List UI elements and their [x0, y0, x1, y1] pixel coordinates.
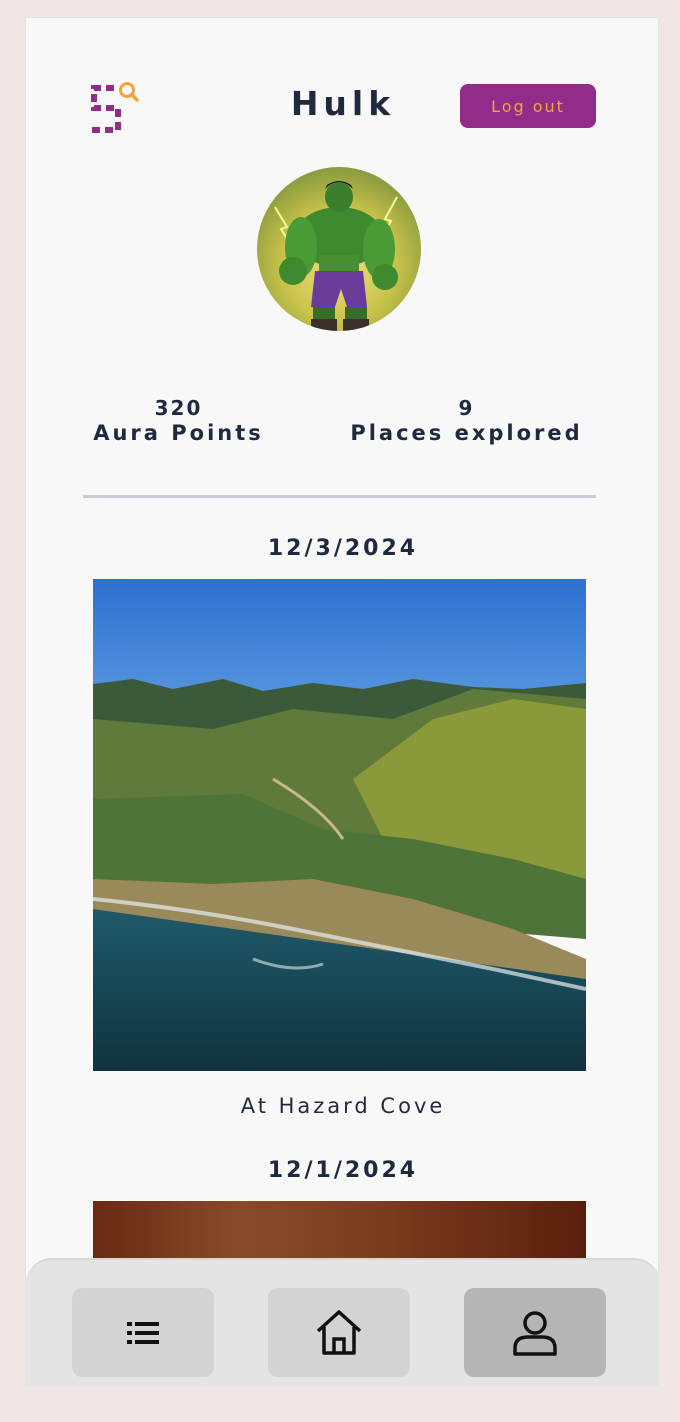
stat-label: Places explored	[350, 421, 583, 445]
stat-aura-points: 320 Aura Points	[81, 396, 276, 446]
post-photo[interactable]	[93, 579, 586, 1071]
list-icon	[127, 1321, 159, 1344]
stat-label: Aura Points	[93, 421, 264, 445]
post-caption: At Hazard Cove	[240, 1094, 446, 1118]
post-date: 12/3/2024	[267, 536, 419, 561]
profile-stats: 320 Aura Points 9 Places explored	[26, 396, 658, 456]
bottom-nav	[26, 1258, 658, 1385]
logout-button[interactable]: Log out	[460, 84, 596, 128]
avatar	[257, 167, 421, 331]
nav-list-button[interactable]	[72, 1288, 214, 1377]
post-date: 12/1/2024	[267, 1158, 419, 1183]
stat-value: 9	[458, 396, 475, 420]
profile-icon	[513, 1310, 557, 1356]
nav-profile-button[interactable]	[464, 1288, 606, 1377]
stat-value: 320	[154, 396, 203, 420]
home-icon	[316, 1309, 362, 1355]
profile-screen: Hulk Log out 320 Aura Points 9 Places ex…	[25, 17, 659, 1386]
divider	[83, 495, 596, 498]
nav-home-button[interactable]	[268, 1288, 410, 1377]
stat-places-explored: 9 Places explored	[339, 396, 594, 446]
